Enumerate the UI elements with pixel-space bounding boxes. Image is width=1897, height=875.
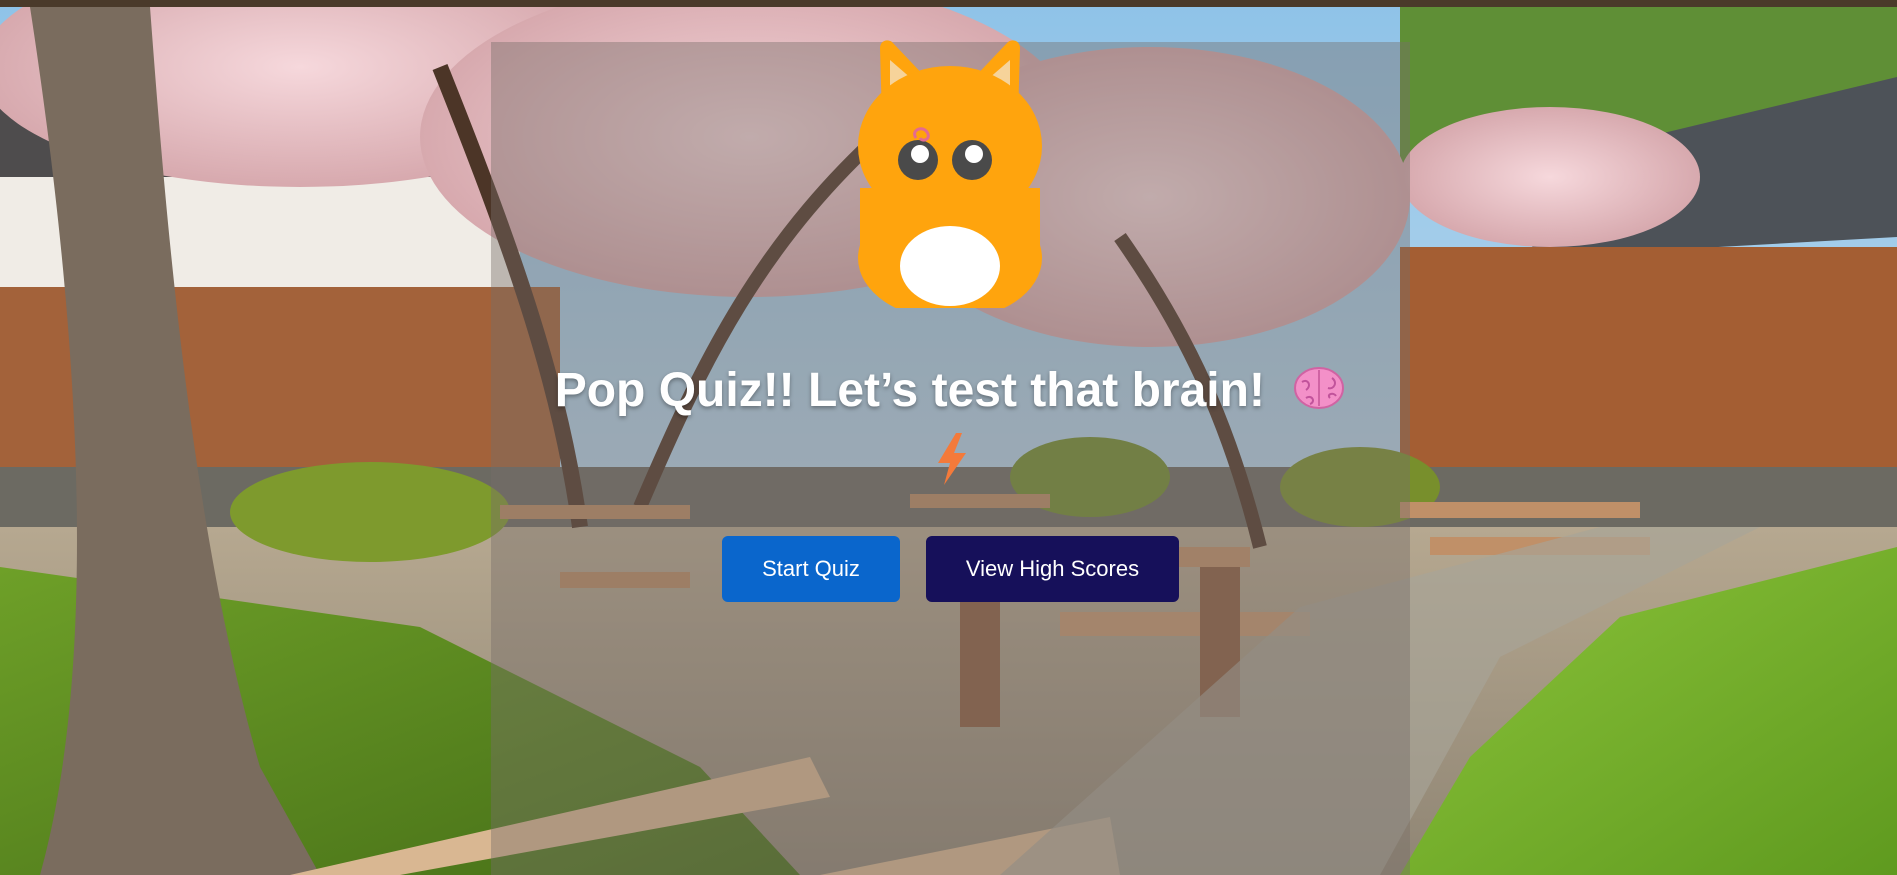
top-border [0,0,1897,7]
start-quiz-button[interactable]: Start Quiz [722,536,900,602]
lightning-icon [938,433,966,485]
view-high-scores-button[interactable]: View High Scores [926,536,1179,602]
quiz-home-page: Pop Quiz!! Let’s test that brain! Start … [0,0,1897,875]
page-title-text: Pop Quiz!! Let’s test that brain! [554,364,1265,417]
page-title: Pop Quiz!! Let’s test that brain! [491,356,1410,426]
brain-icon [1294,367,1345,409]
cat-mascot-icon [858,40,1042,308]
